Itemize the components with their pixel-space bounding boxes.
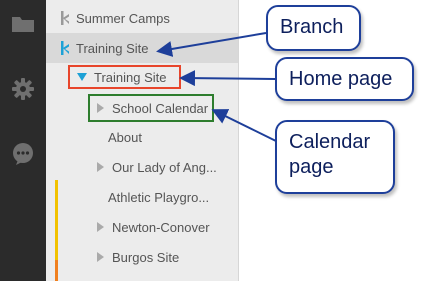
- calendar-page-arrow: [211, 109, 279, 143]
- branch-arrow: [156, 32, 267, 57]
- calendar-callout-line2: page: [289, 156, 334, 178]
- calendar-page-callout: Calendar page: [275, 120, 395, 194]
- branch-callout: Branch: [266, 5, 361, 51]
- home-page-callout-text: Home page: [289, 68, 393, 90]
- branch-callout-text: Branch: [280, 16, 344, 38]
- home-page-callout: Home page: [275, 57, 414, 101]
- calendar-callout-line1: Calendar: [289, 131, 371, 153]
- home-page-arrow: [179, 70, 276, 87]
